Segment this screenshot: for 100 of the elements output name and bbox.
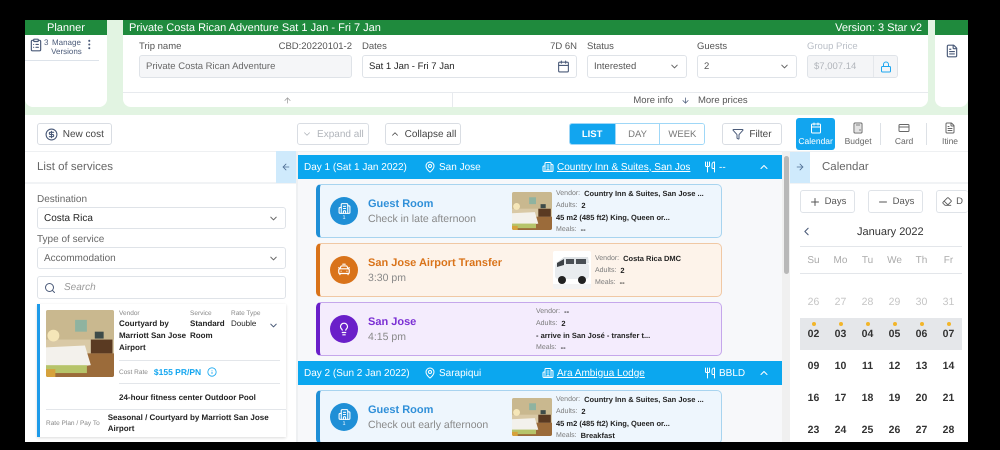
service-title: San Jose <box>368 316 418 328</box>
dollar-icon <box>44 128 58 140</box>
field-label: Status <box>587 40 614 52</box>
trip-title: Private Costa Rican Adventure Sat 1 Jan - Fri 7 Jan <box>129 22 381 34</box>
service-subtitle: Check out early afternoon <box>368 418 490 430</box>
calendar-day[interactable]: 16 <box>800 382 827 414</box>
calendar-day[interactable]: 20 <box>908 382 935 414</box>
guests-select[interactable]: 2 <box>697 55 797 78</box>
status-select[interactable]: Interested <box>587 55 687 78</box>
field-label: Guests <box>697 40 728 52</box>
rate-plan: Seasonal / Courtyard by Marriott San Jose Airport <box>108 412 270 434</box>
scrollbar[interactable] <box>782 152 790 442</box>
info-icon[interactable] <box>207 367 218 377</box>
amenities-text: 24-hour fitness center Outdoor Pool <box>119 392 257 403</box>
calendar-day[interactable]: 23 <box>800 414 827 442</box>
selected-day[interactable]: 05 <box>881 318 908 350</box>
panel-title: List of services <box>36 161 114 173</box>
building-icon <box>338 408 350 420</box>
calendar-day[interactable]: 10 <box>827 350 854 382</box>
building-icon <box>338 202 350 214</box>
side-card-header <box>935 20 968 35</box>
utensils-icon <box>704 161 716 173</box>
field-label: Group Price <box>807 40 858 52</box>
weekday-label: Fr <box>942 254 954 266</box>
panel-title: Calendar <box>822 161 869 173</box>
trip-length: 7D 6N <box>550 40 577 52</box>
document-icon <box>944 122 956 134</box>
calendar-day[interactable]: 18 <box>854 382 881 414</box>
cost-rate: $155 PR/PN <box>154 367 202 377</box>
selected-day[interactable]: 07 <box>935 318 962 350</box>
selected-day[interactable]: 06 <box>908 318 935 350</box>
search-field[interactable]: Search <box>37 276 286 299</box>
pin-icon <box>424 161 436 173</box>
calendar-day[interactable]: 14 <box>935 350 962 382</box>
days-button[interactable]: Days <box>800 190 855 213</box>
taxi-icon <box>337 263 351 277</box>
collapse-panel-button[interactable] <box>790 152 810 183</box>
weekday-label: Mo <box>832 254 848 266</box>
search-input[interactable]: Search <box>62 281 262 294</box>
destination-select[interactable]: Costa Rica <box>37 207 286 229</box>
trip-name-field[interactable]: Private Costa Rican Adventure <box>139 55 352 78</box>
calendar-day[interactable]: 24 <box>827 414 854 442</box>
service-subtitle: 3:30 pm <box>368 272 407 284</box>
planner-title: Planner <box>25 20 107 35</box>
document-icon[interactable] <box>944 44 958 58</box>
selected-day[interactable]: 03 <box>827 318 854 350</box>
weekday-label: We <box>886 254 903 266</box>
lightbulb-icon <box>337 322 351 336</box>
building-icon <box>542 161 554 173</box>
calendar-day[interactable]: 25 <box>854 414 881 442</box>
calendar-day[interactable]: 13 <box>908 350 935 382</box>
calendar-day[interactable]: 27 <box>908 414 935 442</box>
arrow-up-icon[interactable] <box>283 96 292 104</box>
more-info-link[interactable]: More info <box>633 94 673 106</box>
service-title: Guest Room <box>368 404 434 416</box>
search-icon <box>44 282 56 294</box>
days-button[interactable]: Days <box>868 190 923 213</box>
trip-code: CBD:20220101-2 <box>278 40 352 52</box>
collapse-all-button[interactable]: Collapse all <box>385 123 461 145</box>
plus-icon <box>808 196 821 208</box>
calendar-day[interactable]: 09 <box>800 350 827 382</box>
more-prices-link[interactable]: More prices <box>698 94 748 106</box>
service-card[interactable] <box>37 304 286 437</box>
day-location: Sarapiqui <box>439 368 482 378</box>
calendar-day[interactable]: 28 <box>935 414 962 442</box>
calendar-day[interactable]: 19 <box>881 382 908 414</box>
filter-button[interactable]: Filter <box>722 123 782 145</box>
service-title: San Jose Airport Transfer <box>368 256 504 268</box>
days-button[interactable]: D <box>936 190 968 213</box>
calculator-icon <box>852 122 864 134</box>
pin-icon <box>424 367 436 379</box>
calendar-icon <box>557 60 570 73</box>
eraser-icon <box>942 196 952 207</box>
month-title: January 2022 <box>857 226 924 238</box>
calendar-day[interactable]: 21 <box>935 382 962 414</box>
service-title: Guest Room <box>368 198 434 210</box>
filter-icon <box>732 128 744 140</box>
day-location: San Jose <box>439 162 481 172</box>
weekday-label: Th <box>914 254 928 266</box>
day-meals: -- <box>719 162 726 172</box>
service-type-select[interactable]: Accommodation <box>37 247 286 269</box>
selected-day[interactable]: 04 <box>854 318 881 350</box>
service-subtitle: Check in late afternoon <box>368 212 477 224</box>
dates-field[interactable]: Sat 1 Jan - Fri 7 Jan <box>362 55 577 78</box>
service-subtitle: 4:15 pm <box>368 330 407 342</box>
field-label: Trip name <box>139 40 182 52</box>
calendar-day[interactable]: 12 <box>881 350 908 382</box>
manage-versions-button[interactable]: 3 Manage Versions <box>29 38 84 56</box>
selected-day[interactable]: 02 <box>800 318 827 350</box>
card-icon <box>898 122 910 134</box>
view-tab[interactable]: WEEK <box>659 124 704 144</box>
day-meals: BBLD <box>719 368 746 378</box>
calendar-day[interactable]: 26 <box>881 414 908 442</box>
calendar-day[interactable]: 17 <box>827 382 854 414</box>
weekday-label: Tu <box>860 254 874 266</box>
new-cost-button[interactable]: New cost <box>37 123 112 145</box>
day-label: Day 1 (Sat 1 Jan 2022) <box>304 162 408 172</box>
calendar-day[interactable]: 11 <box>854 350 881 382</box>
collapse-panel-button[interactable] <box>276 151 296 183</box>
clipboard-icon <box>29 38 43 52</box>
